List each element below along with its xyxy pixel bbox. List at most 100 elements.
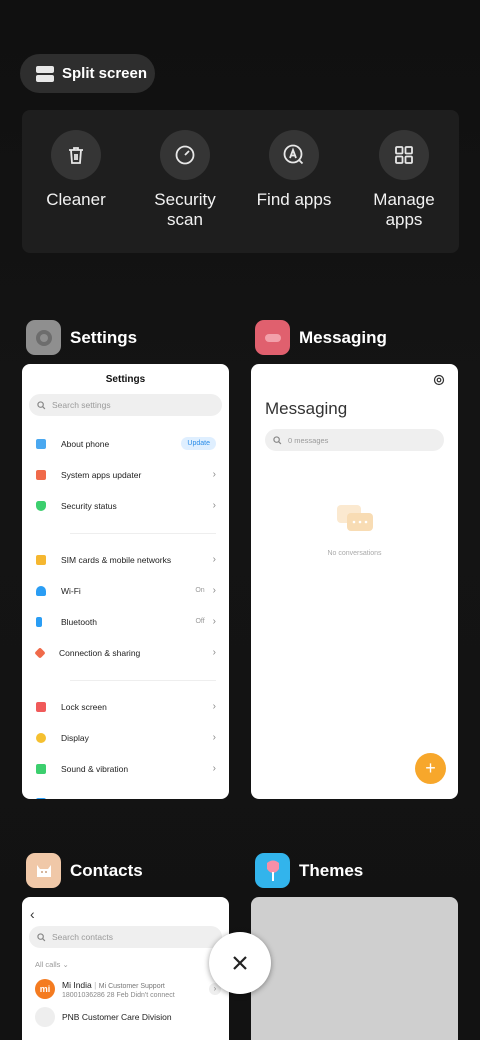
settings-app-header[interactable]: Settings <box>26 320 137 355</box>
manage-apps-label-line2: apps <box>385 210 423 229</box>
settings-item-label: Security status <box>61 500 117 511</box>
empty-state-text: No conversations <box>327 550 382 557</box>
settings-item-label: Display <box>61 732 89 743</box>
messaging-app-card[interactable]: Messaging 0 messages No conversations + <box>251 364 458 799</box>
back-arrow-icon[interactable]: ‹ <box>22 897 229 922</box>
call-detail: 18001036286 28 Feb Didn't connect <box>62 991 175 999</box>
manage-apps-label: Manage apps <box>349 190 459 230</box>
settings-item-label: Bluetooth <box>61 616 97 627</box>
manage-apps-button[interactable]: Manage apps <box>349 130 459 230</box>
chevron-right-icon: › <box>212 585 216 596</box>
wifi-icon <box>36 585 46 596</box>
settings-app-card[interactable]: Settings Search settings About phone Upd… <box>22 364 229 799</box>
chevron-right-icon: › <box>212 554 216 565</box>
bluetooth-status: Off <box>195 618 205 625</box>
find-apps-icon <box>269 130 319 180</box>
chevron-down-icon: ⌄ <box>62 960 69 969</box>
messaging-app-icon <box>255 320 290 355</box>
security-scan-button[interactable]: Security scan <box>130 130 240 230</box>
quick-tools-panel: Cleaner Security scan Find apps Manage a… <box>22 110 459 253</box>
chevron-right-icon: › <box>212 647 216 658</box>
settings-item-sound-vibration[interactable]: Sound & vibration › <box>22 753 229 784</box>
messaging-app-header[interactable]: Messaging <box>255 320 387 355</box>
call-filter-dropdown[interactable]: All calls ⌄ <box>35 960 229 969</box>
clear-all-button[interactable] <box>209 932 271 994</box>
settings-item-wifi[interactable]: Wi-Fi On › <box>22 575 229 606</box>
split-screen-button[interactable]: Split screen <box>20 54 155 93</box>
chevron-right-icon: › <box>212 732 216 743</box>
themes-app-card[interactable] <box>251 897 458 1040</box>
split-screen-icon <box>36 65 54 82</box>
messaging-app-name: Messaging <box>299 327 387 347</box>
grid-icon <box>379 130 429 180</box>
new-message-button[interactable]: + <box>415 753 446 784</box>
update-badge: Update <box>181 437 216 450</box>
manage-apps-label-line1: Manage <box>373 190 435 209</box>
empty-chat-icon <box>251 503 458 542</box>
contacts-app-card[interactable]: ‹ Search contacts All calls ⌄ mi Mi Indi… <box>22 897 229 1040</box>
mi-logo-avatar: mi <box>35 979 55 999</box>
settings-item-lock-screen[interactable]: Lock screen › <box>22 691 229 722</box>
share-icon <box>34 646 46 659</box>
sun-icon <box>36 732 46 743</box>
contacts-search-input[interactable]: Search contacts <box>29 926 222 948</box>
settings-item-security-status[interactable]: Security status › <box>22 490 229 521</box>
settings-item-system-apps-updater[interactable]: System apps updater › <box>22 459 229 490</box>
settings-item-label: System apps updater <box>61 469 142 480</box>
chevron-right-icon: › <box>212 469 216 480</box>
settings-app-icon <box>26 320 61 355</box>
phone-icon <box>36 438 46 449</box>
sim-card-icon <box>36 554 46 565</box>
messaging-search-placeholder: 0 messages <box>288 435 329 445</box>
wifi-status: On <box>195 587 205 594</box>
contacts-app-header[interactable]: Contacts <box>26 853 143 888</box>
security-scan-label-line1: Security <box>154 190 216 209</box>
settings-item-label: Sound & vibration <box>61 763 129 774</box>
find-apps-button[interactable]: Find apps <box>239 130 349 210</box>
settings-item-display[interactable]: Display › <box>22 722 229 753</box>
settings-item-connection-sharing[interactable]: Connection & sharing › <box>22 637 229 668</box>
shield-icon <box>36 500 46 511</box>
settings-item-label: Lock screen <box>61 701 107 712</box>
themes-app-header[interactable]: Themes <box>255 853 363 888</box>
trash-icon <box>51 130 101 180</box>
themes-app-name: Themes <box>299 860 364 880</box>
settings-search-placeholder: Search settings <box>52 400 111 410</box>
chevron-right-icon: › <box>212 616 216 627</box>
bluetooth-icon <box>36 616 42 627</box>
search-icon <box>273 435 282 444</box>
contact-avatar <box>35 1007 55 1027</box>
settings-app-name: Settings <box>70 327 138 347</box>
security-scan-label-line2: scan <box>167 210 203 229</box>
settings-search-input[interactable]: Search settings <box>29 394 222 416</box>
contact-label: Mi Customer Support <box>98 982 165 990</box>
security-scan-label: Security scan <box>130 190 240 230</box>
chevron-right-icon: › <box>212 500 216 511</box>
contact-name: PNB Customer Care Division <box>62 1012 172 1022</box>
chevron-right-icon: › <box>212 763 216 774</box>
contact-name: Mi India <box>62 979 92 990</box>
settings-item-label: Connection & sharing <box>59 647 141 658</box>
plus-icon: + <box>425 758 436 778</box>
gear-icon[interactable] <box>433 374 445 386</box>
divider <box>70 680 216 681</box>
arrow-up-icon <box>36 469 46 480</box>
cleaner-button[interactable]: Cleaner <box>21 130 131 210</box>
notifications-icon <box>36 798 46 799</box>
settings-item-label: SIM cards & mobile networks <box>61 554 172 565</box>
split-screen-label: Split screen <box>62 65 148 82</box>
messaging-search-input[interactable]: 0 messages <box>265 429 444 451</box>
settings-item-about-phone[interactable]: About phone Update <box>22 428 229 459</box>
settings-item-sim-cards[interactable]: SIM cards & mobile networks › <box>22 544 229 575</box>
lock-icon <box>36 701 46 712</box>
call-filter-label: All calls <box>35 960 61 969</box>
settings-title: Settings <box>105 374 146 385</box>
call-log-row[interactable]: mi Mi India | Mi Customer Support 180010… <box>35 979 229 999</box>
contacts-app-icon <box>26 853 61 888</box>
chevron-right-icon: › <box>212 701 216 712</box>
search-icon <box>37 932 46 941</box>
call-log-row[interactable]: PNB Customer Care Division <box>35 1007 229 1027</box>
settings-item-label: About phone <box>61 438 110 449</box>
settings-item-bluetooth[interactable]: Bluetooth Off › <box>22 606 229 637</box>
themes-app-icon <box>255 853 290 888</box>
